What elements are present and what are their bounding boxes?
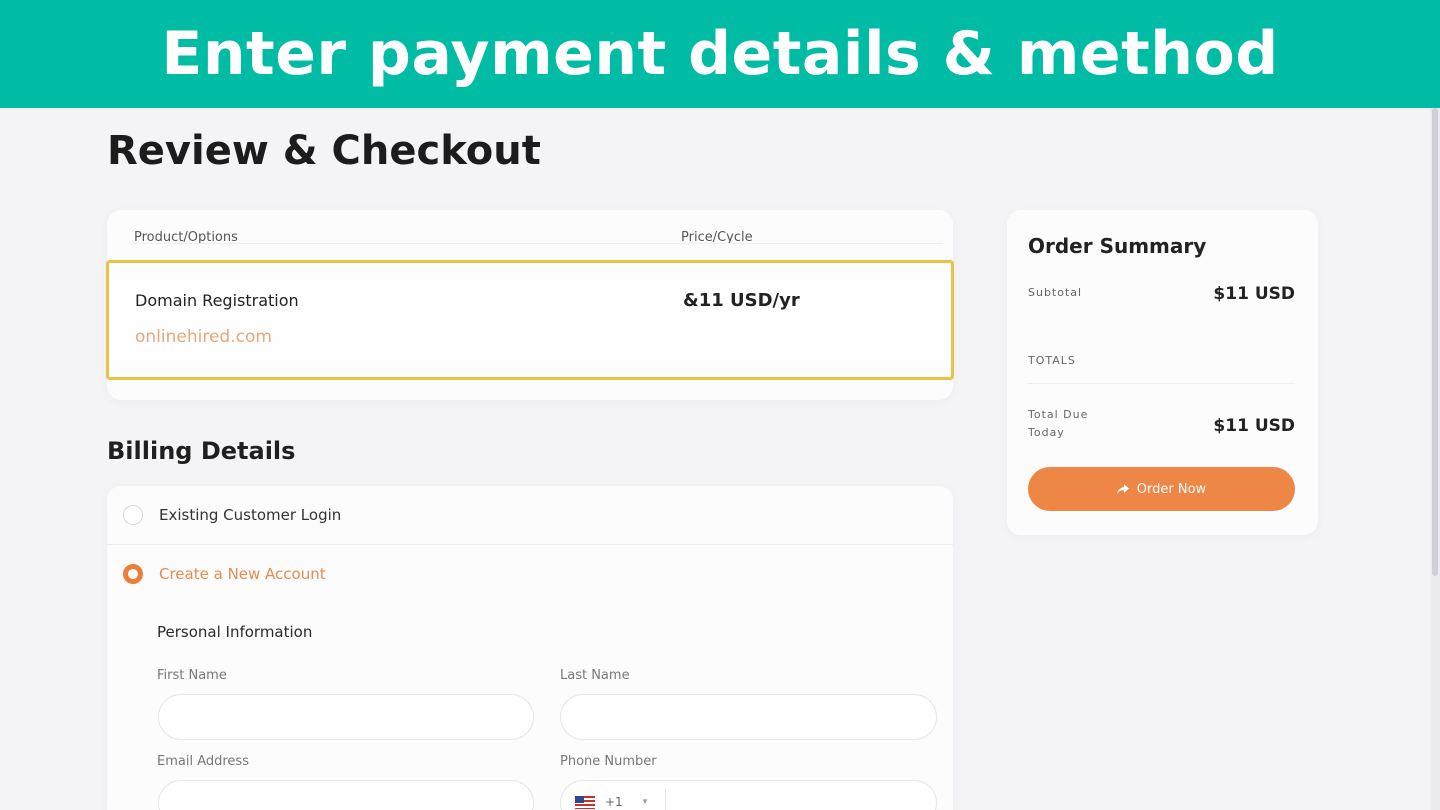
product-table: Product/Options Price/Cycle Domain Regis… xyxy=(106,210,954,400)
total-due-value: $11 USD xyxy=(1213,416,1295,436)
share-arrow-icon xyxy=(1116,483,1129,494)
order-now-button[interactable]: Order Now xyxy=(1028,467,1295,511)
chevron-down-icon: ▾ xyxy=(642,797,648,807)
create-account-label[interactable]: Create a New Account xyxy=(159,565,326,583)
banner-title: Enter payment details & method xyxy=(161,19,1279,89)
total-due-label: Total Due Today xyxy=(1028,408,1089,439)
billing-divider xyxy=(107,544,953,545)
phone-number-label: Phone Number xyxy=(560,754,657,769)
page-title: Review & Checkout xyxy=(107,128,541,174)
country-code-selector[interactable]: +1 ▾ xyxy=(575,795,647,809)
create-account-option[interactable]: Create a New Account xyxy=(123,562,326,586)
last-name-label: Last Name xyxy=(560,668,630,683)
personal-information-heading: Personal Information xyxy=(157,623,313,641)
country-code: +1 xyxy=(605,795,623,809)
product-price: &11 USD/yr xyxy=(683,290,800,311)
existing-login-radio[interactable] xyxy=(123,505,143,525)
product-row[interactable]: Domain Registration onlinehired.com &11 … xyxy=(106,260,954,380)
create-account-radio[interactable] xyxy=(123,564,143,584)
email-address-label: Email Address xyxy=(157,754,249,769)
subtotal-value: $11 USD xyxy=(1213,284,1295,304)
page-scrollbar[interactable] xyxy=(1430,108,1440,810)
first-name-input[interactable] xyxy=(158,694,534,740)
email-address-input[interactable] xyxy=(158,780,534,810)
order-summary-card: Order Summary Subtotal $11 USD TOTALS To… xyxy=(1007,210,1318,535)
billing-details-card: Existing Customer Login Create a New Acc… xyxy=(107,486,953,810)
us-flag-icon xyxy=(575,795,595,809)
totals-label: TOTALS xyxy=(1028,354,1076,367)
summary-divider xyxy=(1028,383,1295,384)
last-name-input[interactable] xyxy=(560,694,937,740)
product-name: Domain Registration xyxy=(135,291,299,310)
phone-prefix-divider xyxy=(665,789,666,810)
subtotal-label: Subtotal xyxy=(1028,286,1083,299)
order-now-label: Order Now xyxy=(1136,481,1207,497)
order-summary-title: Order Summary xyxy=(1028,234,1207,258)
first-name-label: First Name xyxy=(157,668,227,683)
header-divider xyxy=(131,243,943,244)
scrollbar-thumb[interactable] xyxy=(1432,108,1438,576)
billing-details-heading: Billing Details xyxy=(107,437,296,465)
existing-login-label[interactable]: Existing Customer Login xyxy=(159,506,341,524)
product-domain-link[interactable]: onlinehired.com xyxy=(135,327,272,347)
existing-customer-login-option[interactable]: Existing Customer Login xyxy=(123,503,341,527)
tutorial-banner: Enter payment details & method xyxy=(0,0,1440,108)
phone-number-input[interactable]: +1 ▾ xyxy=(560,780,937,810)
